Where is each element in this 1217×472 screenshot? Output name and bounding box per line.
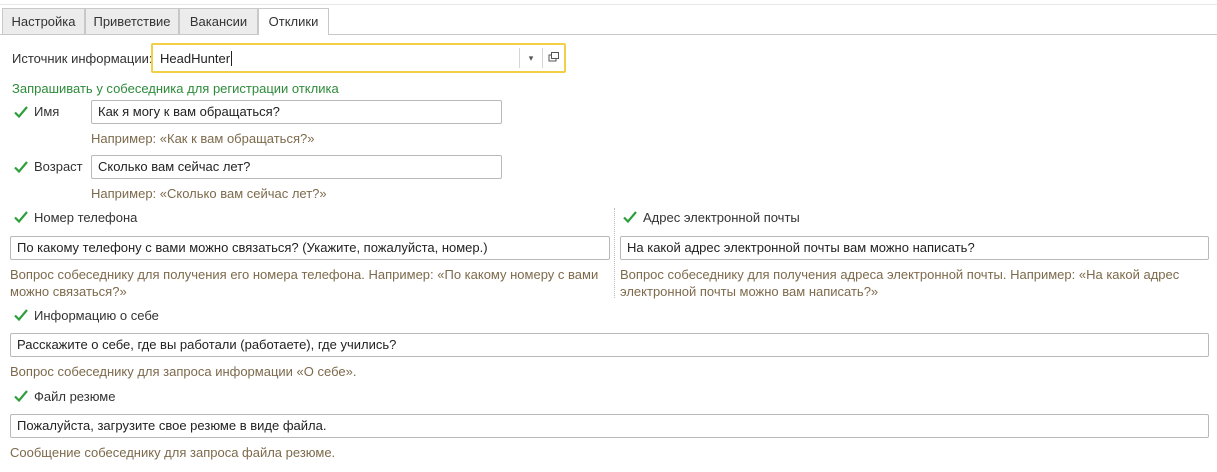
source-open-button[interactable] [542, 48, 564, 68]
resume-checkbox[interactable] [13, 388, 29, 404]
checkmark-icon [14, 390, 28, 403]
source-dropdown-button[interactable]: ▾ [519, 48, 542, 68]
checkmark-icon [14, 161, 28, 174]
resume-label: Файл резюме [34, 389, 116, 404]
chevron-down-icon: ▾ [528, 53, 534, 63]
tab-bar: Настройка Приветствие Вакансии Отклики [0, 8, 1217, 35]
phone-label: Номер телефона [34, 210, 138, 225]
name-label: Имя [34, 104, 60, 119]
phone-question-field[interactable]: По какому телефону с вами можно связатьс… [10, 236, 610, 260]
about-checkbox[interactable] [13, 307, 29, 323]
checkmark-icon [14, 309, 28, 322]
phone-checkbox[interactable] [13, 209, 29, 225]
checkmark-icon [14, 211, 28, 224]
email-label: Адрес электронной почты [643, 210, 800, 225]
tab-vacancies[interactable]: Вакансии [179, 8, 258, 34]
checkmark-icon [623, 211, 637, 224]
about-question-field[interactable]: Расскажите о себе, где вы работали (рабо… [10, 333, 1209, 357]
source-value: HeadHunter [160, 50, 233, 68]
age-hint: Например: «Сколько вам сейчас лет?» [91, 186, 327, 201]
age-label: Возраст [34, 159, 83, 174]
email-question-field[interactable]: На какой адрес электронной почты вам мож… [620, 236, 1209, 260]
tab-settings[interactable]: Настройка [2, 8, 85, 34]
email-checkbox[interactable] [622, 209, 638, 225]
age-checkbox[interactable] [13, 159, 29, 175]
age-question-field[interactable]: Сколько вам сейчас лет? [91, 155, 502, 179]
name-question-field[interactable]: Как я могу к вам обращаться? [91, 100, 502, 124]
phone-hint: Вопрос собеседнику для получения его ном… [10, 267, 599, 299]
name-checkbox[interactable] [13, 104, 29, 120]
source-value-text: HeadHunter [160, 51, 231, 66]
about-label: Информацию о себе [34, 308, 159, 323]
name-hint: Например: «Как к вам обращаться?» [91, 131, 315, 146]
email-hint: Вопрос собеседнику для получения адреса … [620, 267, 1180, 299]
column-separator [614, 208, 615, 298]
ask-header: Запрашивать у собеседника для регистраци… [12, 81, 339, 96]
tab-responses[interactable]: Отклики [258, 8, 329, 35]
resume-question-field[interactable]: Пожалуйста, загрузите свое резюме в виде… [10, 414, 1209, 438]
tab-greeting[interactable]: Приветствие [85, 8, 179, 34]
source-label: Источник информации: [12, 51, 153, 66]
open-window-icon [548, 52, 559, 62]
checkmark-icon [14, 106, 28, 119]
source-select[interactable]: HeadHunter ▾ [151, 43, 566, 73]
text-cursor [231, 51, 233, 66]
resume-hint: Сообщение собеседнику для запроса файла … [10, 445, 336, 460]
tab-divider [0, 34, 1217, 35]
window-top-edge [0, 0, 1217, 5]
about-hint: Вопрос собеседнику для запроса информаци… [10, 364, 357, 379]
